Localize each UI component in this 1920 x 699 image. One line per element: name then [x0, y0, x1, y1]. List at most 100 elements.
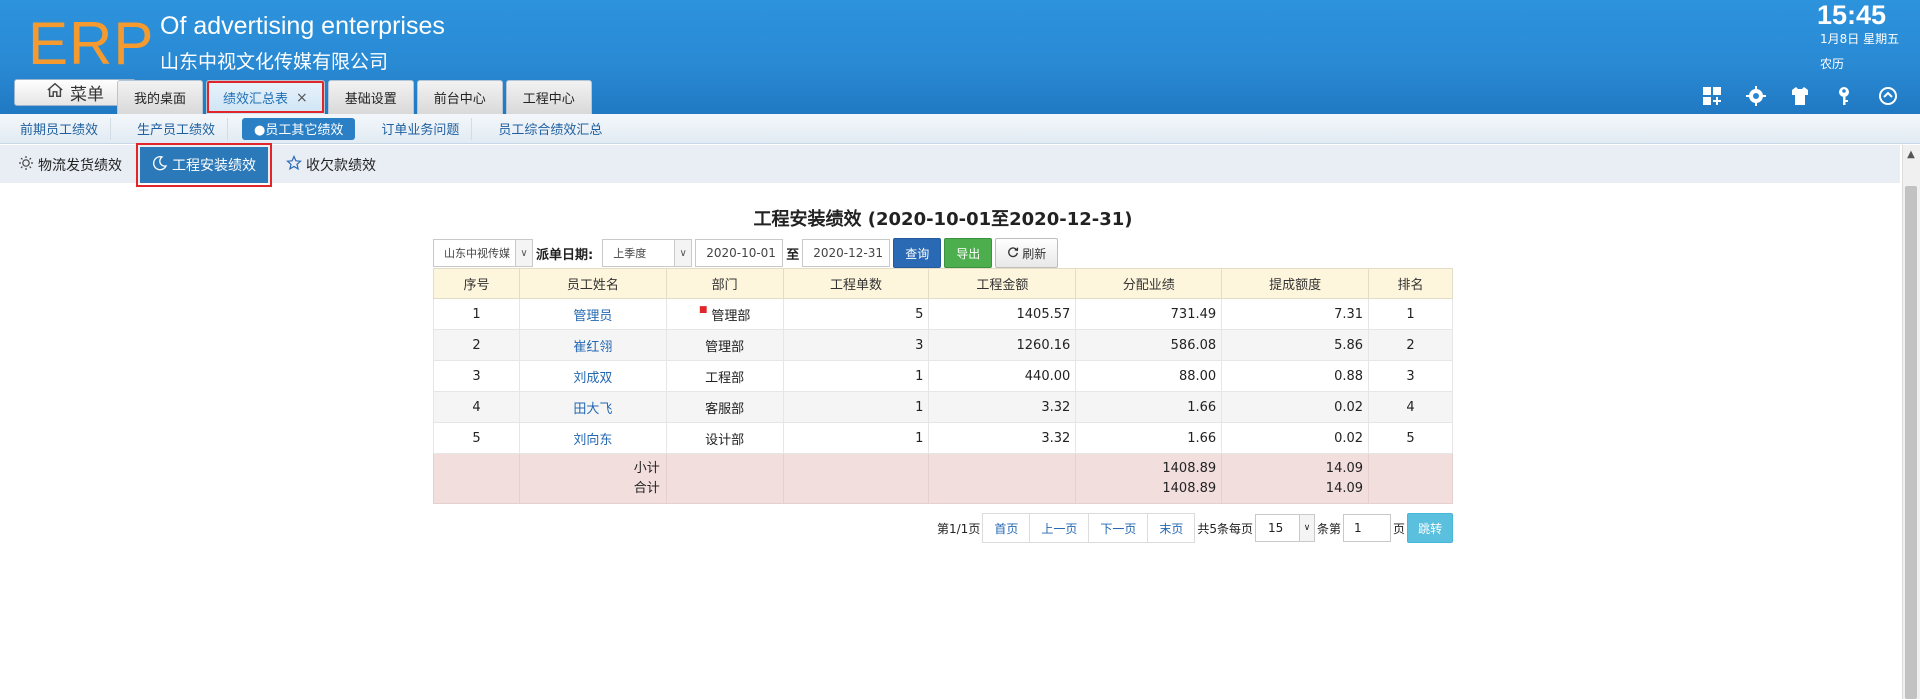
- refresh-label: 刷新: [1022, 246, 1047, 261]
- order-count: 5: [782, 298, 930, 330]
- tab-performance-summary[interactable]: 绩效汇总表 ×: [206, 80, 325, 114]
- subtotal-commission: 14.09: [1325, 460, 1364, 476]
- column-header[interactable]: 提成额度: [1221, 268, 1370, 299]
- tab-basic-settings[interactable]: 基础设置: [327, 80, 414, 114]
- employee-name-link[interactable]: 田大飞: [518, 391, 667, 423]
- pagination-buttons: 首页 上一页 下一页 末页: [982, 513, 1196, 543]
- last-page-button[interactable]: 末页: [1148, 514, 1195, 542]
- tab-my-desktop[interactable]: 我的桌面: [117, 80, 204, 114]
- total-performance: 1408.89: [1162, 480, 1217, 496]
- scroll-up-arrow-icon[interactable]: ▲: [1902, 149, 1920, 163]
- menu-label: 菜单: [70, 85, 104, 105]
- totals-row: 小计 合计 1408.89 1408.89 14.09 14.09: [433, 453, 1453, 504]
- subnav-order-issues[interactable]: 订单业务问题: [369, 117, 473, 140]
- tab-installation-performance[interactable]: 工程安装绩效: [136, 143, 272, 187]
- tab-label: 工程中心: [522, 92, 575, 107]
- refresh-button[interactable]: 刷新: [995, 238, 1059, 268]
- employee-name-link[interactable]: 管理员: [518, 298, 667, 330]
- empty-cell: [928, 453, 1077, 504]
- empty-cell: [782, 453, 930, 504]
- key-icon[interactable]: [1832, 84, 1856, 108]
- first-page-button[interactable]: 首页: [983, 514, 1031, 542]
- commission-amount: 0.02: [1221, 391, 1370, 423]
- department-cell: 管理部: [665, 329, 784, 361]
- goto-page-input[interactable]: 1: [1343, 514, 1392, 542]
- page-size-select[interactable]: 15 ∨: [1255, 514, 1316, 542]
- employee-name-link[interactable]: 刘成双: [518, 360, 667, 392]
- total-label: 合计: [633, 480, 660, 496]
- row-number: 3: [433, 360, 520, 392]
- pagination: 第1/1页 首页 上一页 下一页 末页 共5条每页 15 ∨ 条第 1 页 跳转: [937, 513, 1454, 543]
- empty-cell: [1368, 453, 1453, 504]
- collapse-up-icon[interactable]: [1876, 84, 1900, 108]
- next-page-button[interactable]: 下一页: [1089, 514, 1149, 542]
- scrollbar-thumb[interactable]: [1905, 186, 1917, 699]
- subnav-other-staff-performance[interactable]: ●员工其它绩效: [242, 117, 356, 140]
- apps-add-icon[interactable]: [1700, 84, 1724, 108]
- jump-button[interactable]: 跳转: [1407, 513, 1454, 543]
- chevron-down-icon: ∨: [1299, 515, 1315, 541]
- start-date-input[interactable]: 2020-10-01: [695, 239, 784, 267]
- column-header[interactable]: 排名: [1368, 268, 1453, 299]
- department-text: 管理部: [711, 308, 751, 324]
- subtotal-label: 小计: [633, 460, 660, 476]
- column-header[interactable]: 工程金额: [928, 268, 1077, 299]
- tab-front-center[interactable]: 前台中心: [416, 80, 503, 114]
- allocated-performance: 88.00: [1075, 360, 1223, 392]
- tab-engineering-center[interactable]: 工程中心: [505, 80, 592, 114]
- period-select[interactable]: 上季度 ∨: [602, 239, 693, 267]
- subnav-early-staff-performance[interactable]: 前期员工绩效: [8, 117, 112, 140]
- row-number: 4: [433, 391, 520, 423]
- order-amount: 3.32: [928, 391, 1077, 423]
- marker-dot-icon: ■: [698, 304, 708, 315]
- tab-label: 工程安装绩效: [172, 158, 256, 174]
- gear-icon[interactable]: [1744, 84, 1768, 108]
- commission-amount: 7.31: [1221, 298, 1370, 330]
- home-icon: [46, 81, 64, 104]
- rank: 1: [1368, 298, 1453, 330]
- order-count: 1: [782, 422, 930, 454]
- column-header[interactable]: 序号: [433, 268, 520, 299]
- allocated-performance: 1.66: [1075, 391, 1223, 423]
- column-header[interactable]: 工程单数: [782, 268, 930, 299]
- commission-amount: 5.86: [1221, 329, 1370, 361]
- chevron-down-icon: ∨: [674, 240, 692, 266]
- end-date-input[interactable]: 2020-12-31: [802, 239, 891, 267]
- shirt-icon[interactable]: [1788, 84, 1812, 108]
- allocated-performance: 731.49: [1075, 298, 1223, 330]
- tab-label: 绩效汇总表: [223, 92, 289, 107]
- prev-page-button[interactable]: 上一页: [1030, 514, 1090, 542]
- order-count: 1: [782, 391, 930, 423]
- company-select[interactable]: 山东中视传媒 ∨: [433, 239, 533, 267]
- commission-amount: 0.88: [1221, 360, 1370, 392]
- sun-icon: [18, 155, 34, 175]
- tab-logistics-performance[interactable]: 物流发货绩效: [6, 147, 134, 183]
- export-button[interactable]: 导出: [944, 238, 993, 268]
- order-amount: 3.32: [928, 422, 1077, 454]
- subnav-staff-summary[interactable]: 员工综合绩效汇总: [486, 118, 614, 140]
- column-header[interactable]: 部门: [665, 268, 784, 299]
- tab-label: 物流发货绩效: [38, 158, 122, 174]
- row-number: 5: [433, 422, 520, 454]
- subnav-production-staff-performance[interactable]: 生产员工绩效: [125, 117, 229, 140]
- commission-amount: 0.02: [1221, 422, 1370, 454]
- performance-table: 序号 员工姓名 部门 工程单数 工程金额 分配业绩 提成额度 排名 1 管理员 …: [433, 268, 1453, 504]
- department-cell: ■ 管理部: [665, 298, 784, 330]
- query-button[interactable]: 查询: [893, 238, 942, 268]
- close-icon[interactable]: ×: [296, 90, 308, 106]
- top-tab-bar: 我的桌面 绩效汇总表 × 基础设置 前台中心 工程中心: [117, 80, 592, 114]
- chevron-down-icon: ∨: [515, 240, 532, 266]
- company-name-en: Of advertising enterprises: [160, 12, 445, 40]
- refresh-icon: [1007, 246, 1019, 261]
- tab-label: 基础设置: [344, 92, 397, 107]
- erp-logo: ERP: [28, 10, 155, 77]
- tab-receivables-performance[interactable]: 收欠款绩效: [274, 147, 388, 183]
- order-count: 3: [782, 329, 930, 361]
- company-select-value: 山东中视传媒: [444, 247, 510, 260]
- column-header[interactable]: 分配业绩: [1075, 268, 1223, 299]
- employee-name-link[interactable]: 刘向东: [518, 422, 667, 454]
- column-header[interactable]: 员工姓名: [518, 268, 667, 299]
- employee-name-link[interactable]: 崔红翎: [518, 329, 667, 361]
- goto-suffix: 页: [1393, 521, 1406, 536]
- filter-bar: 山东中视传媒 ∨ 派单日期: 上季度 ∨ 2020-10-01 至 2020-1…: [433, 238, 1059, 268]
